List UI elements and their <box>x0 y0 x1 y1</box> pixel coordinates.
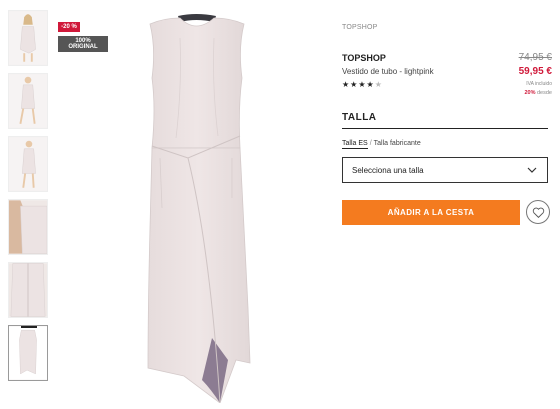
discount-note: 20% desde <box>519 90 552 96</box>
wishlist-button[interactable] <box>526 200 550 224</box>
size-section-title: TALLA <box>342 112 377 123</box>
thumbnail-1[interactable] <box>8 10 48 66</box>
discount-badge: -20 % <box>58 22 80 32</box>
dress-back-zip-icon <box>9 263 47 317</box>
sale-price: 59,95 € <box>518 66 552 77</box>
thumbnail-4[interactable] <box>8 199 48 255</box>
discount-percent: 20% <box>524 90 536 96</box>
star-empty-icon: ★ <box>374 80 383 89</box>
star-filled-icon: ★★★★ <box>342 80 375 89</box>
tab-size-es[interactable]: Talla ES <box>342 140 368 149</box>
tab-separator: / <box>369 140 372 147</box>
product-page: -20 % 100% ORIGINAL TOPSHOP TOPSHOP Vest… <box>0 0 560 409</box>
tab-size-maker[interactable]: Talla fabricante <box>374 140 421 147</box>
main-product-image[interactable] <box>92 8 302 403</box>
size-select[interactable]: Selecciona una talla <box>342 157 548 183</box>
add-to-cart-button[interactable]: AÑADIR A LA CESTA <box>342 200 520 225</box>
discount-suffix: desde <box>537 90 552 96</box>
size-system-tabs: Talla ES / Talla fabricante <box>342 140 421 149</box>
original-price: 74,95 € <box>518 52 552 63</box>
thumbnail-5[interactable] <box>8 262 48 318</box>
size-select-placeholder: Selecciona una talla <box>352 165 424 175</box>
heart-icon <box>532 207 544 218</box>
price-block: 74,95 € 59,95 € IVA incluido 20% desde <box>519 52 552 96</box>
dress-model-walk-icon <box>9 74 47 128</box>
dress-detail-icon <box>9 200 47 254</box>
dress-model-side-icon <box>9 137 47 191</box>
size-divider <box>342 128 548 129</box>
dress-model-front-icon <box>9 11 47 65</box>
vat-note: IVA incluido <box>526 81 552 87</box>
product-header: TOPSHOP Vestido de tubo - lightpink ★★★★… <box>342 52 552 96</box>
chevron-down-icon <box>527 167 537 173</box>
thumbnail-6-selected[interactable] <box>8 325 48 381</box>
thumbnail-3[interactable] <box>8 136 48 192</box>
thumbnail-2[interactable] <box>8 73 48 129</box>
brand-breadcrumb[interactable]: TOPSHOP <box>342 24 378 31</box>
dress-flat-icon <box>9 326 47 380</box>
thumbnail-strip <box>8 10 48 388</box>
